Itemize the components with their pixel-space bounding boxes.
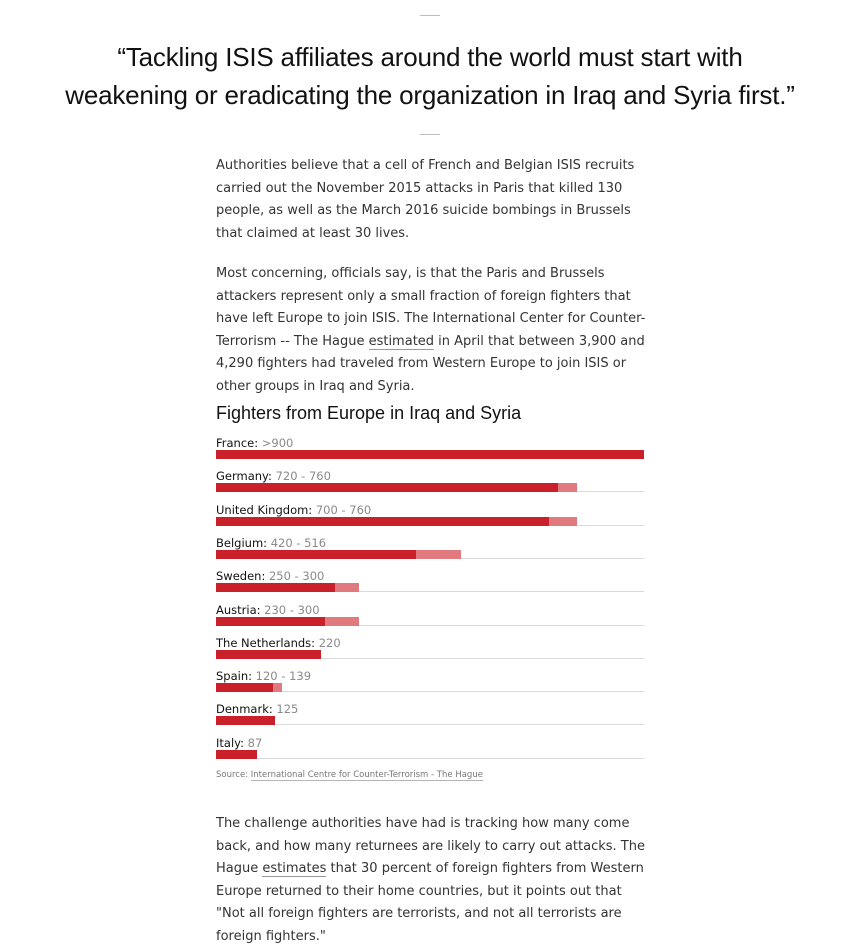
country-name: Denmark: <box>216 702 273 717</box>
estimates-link[interactable]: estimates <box>262 861 327 877</box>
country-name: The Netherlands: <box>216 635 316 650</box>
value-label: 700 - 760 <box>315 502 372 517</box>
bar-range <box>325 616 359 626</box>
bar <box>216 450 644 459</box>
bar-label: Sweden: 250 - 300 <box>216 569 324 583</box>
bar-row: Spain: 120 - 139 <box>216 669 644 702</box>
bar-label: Denmark: 125 <box>216 702 298 716</box>
bar-range <box>415 549 462 559</box>
bar-row: The Netherlands: 220 <box>216 636 644 669</box>
bar-label: France: >900 <box>216 436 293 450</box>
bar <box>216 549 416 559</box>
value-label: 230 - 300 <box>264 602 320 617</box>
bar-row: Sweden: 250 - 300 <box>216 569 644 602</box>
value-label: 220 <box>318 635 341 650</box>
value-label: 125 <box>276 702 299 717</box>
bar-label: Spain: 120 - 139 <box>216 669 311 683</box>
bar <box>216 749 258 759</box>
pull-quote: “Tackling ISIS affiliates around the wor… <box>65 42 795 110</box>
bar-track <box>216 724 644 726</box>
bar <box>216 716 276 726</box>
chart-source: Source: International Centre for Counter… <box>216 770 483 781</box>
bar-row: France: >900 <box>216 436 644 469</box>
country-name: Italy: <box>216 735 244 750</box>
bar-label: Austria: 230 - 300 <box>216 603 320 617</box>
bar-row: Germany: 720 - 760 <box>216 469 644 502</box>
bar-label: The Netherlands: 220 <box>216 636 341 650</box>
source-link[interactable]: International Centre for Counter-Terrori… <box>250 770 483 781</box>
country-name: United Kingdom: <box>216 502 313 517</box>
bar-track <box>216 757 644 759</box>
bar <box>216 649 321 659</box>
bar-label: United Kingdom: 700 - 760 <box>216 503 371 517</box>
value-label: 720 - 760 <box>275 469 331 484</box>
value-label: 250 - 300 <box>268 569 325 584</box>
bar <box>216 616 326 626</box>
country-name: Germany: <box>216 469 272 484</box>
paragraph-2: Most concerning, officials say, is that … <box>216 263 652 398</box>
bar-row: Denmark: 125 <box>216 702 644 735</box>
bar-row: Austria: 230 - 300 <box>216 603 644 636</box>
value-label: 120 - 139 <box>255 669 312 684</box>
source-prefix: Source: <box>216 770 251 780</box>
bar <box>216 483 559 493</box>
country-name: Spain: <box>216 669 253 684</box>
bar <box>216 516 549 526</box>
value-label: 87 <box>247 735 263 750</box>
country-name: Austria: <box>216 602 261 617</box>
paragraph-1: Authorities believe that a cell of Frenc… <box>216 158 635 241</box>
estimated-link[interactable]: estimated <box>368 333 435 350</box>
bar <box>216 683 274 693</box>
value-label: 420 - 516 <box>270 535 327 550</box>
country-name: Sweden: <box>216 569 266 584</box>
bar-range <box>334 583 359 593</box>
bar-range <box>273 683 283 693</box>
bar-label: Italy: 87 <box>216 736 262 750</box>
bar-label: Belgium: 420 - 516 <box>216 536 326 550</box>
bar <box>216 583 335 593</box>
quote-divider <box>420 134 440 135</box>
paragraph-3: The challenge authorities have had is tr… <box>216 813 652 948</box>
bar-label: Germany: 720 - 760 <box>216 469 331 483</box>
bar-range <box>558 483 578 493</box>
value-label: >900 <box>261 436 294 450</box>
top-divider <box>420 15 440 16</box>
bar-row: Belgium: 420 - 516 <box>216 536 644 569</box>
bar-range <box>548 516 578 526</box>
bar-row: Italy: 87 <box>216 736 644 769</box>
bar-row: United Kingdom: 700 - 760 <box>216 503 644 536</box>
country-name: France: <box>216 436 259 450</box>
chart-title: Fighters from Europe in Iraq and Syria <box>216 403 522 423</box>
country-name: Belgium: <box>216 535 268 550</box>
